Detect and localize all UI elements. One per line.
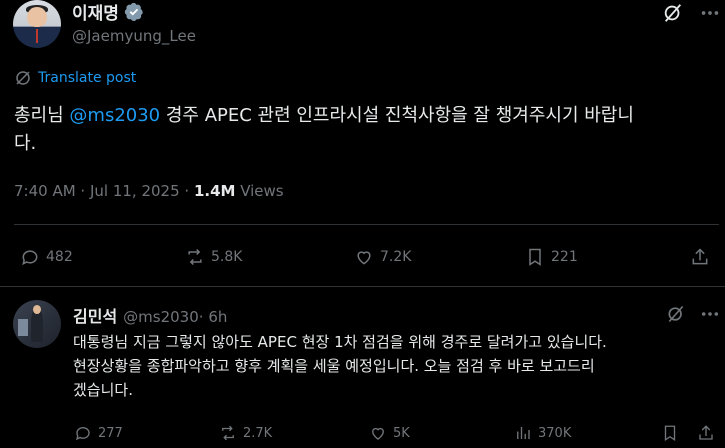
reply-author-handle[interactable]: @ms2030: [123, 308, 199, 326]
reply-like-button[interactable]: 5K: [369, 424, 410, 442]
post-meta: 7:40 AM · Jul 11, 2025 · 1.4M Views: [14, 182, 284, 200]
views-count: 1.4M: [193, 182, 236, 200]
reply-author-avatar[interactable]: [13, 300, 61, 348]
reply-text: 대통령님 지금 그렇지 않아도 APEC 현장 1차 점검을 위해 경주로 달려…: [73, 333, 607, 399]
bookmark-icon: [525, 247, 545, 267]
grok-icon[interactable]: [662, 2, 684, 24]
reply-icon: [20, 247, 40, 267]
share-icon: [690, 247, 710, 267]
translate-label: Translate post: [38, 70, 137, 86]
globe-icon: [14, 69, 32, 87]
share-button[interactable]: [690, 247, 710, 267]
reply-repost-button[interactable]: 2.7K: [219, 424, 272, 442]
like-icon: [369, 424, 387, 442]
bookmark-button[interactable]: 221: [525, 247, 578, 267]
like-button[interactable]: 7.2K: [354, 247, 411, 267]
author-name[interactable]: 이재명: [72, 0, 119, 24]
author-avatar[interactable]: [13, 0, 61, 48]
post-text: 총리님 @ms2030 경주 APEC 관련 인프라시설 진척사항을 잘 챙겨주…: [14, 105, 634, 154]
reply-button[interactable]: 482: [20, 247, 73, 267]
reply-author-name[interactable]: 김민석: [73, 303, 117, 327]
reply-time[interactable]: · 6h: [199, 308, 228, 326]
reply-reply-button[interactable]: 277: [74, 424, 123, 442]
views-icon: [514, 424, 532, 442]
author-handle[interactable]: @Jaemyung_Lee: [72, 27, 196, 45]
divider: [14, 224, 719, 225]
reply-bookmark-button[interactable]: [661, 424, 679, 442]
reply-share-button[interactable]: [697, 424, 715, 442]
mention-link[interactable]: @ms2030: [69, 105, 160, 126]
bookmark-icon: [661, 424, 679, 442]
like-icon: [354, 247, 374, 267]
translate-link[interactable]: Translate post: [14, 69, 136, 87]
share-icon: [697, 424, 715, 442]
reply-icon: [74, 424, 92, 442]
reply-more-options-icon[interactable]: [699, 305, 721, 323]
repost-icon: [219, 424, 237, 442]
divider: [0, 286, 725, 287]
repost-icon: [185, 247, 205, 267]
post-timestamp[interactable]: 7:40 AM · Jul 11, 2025 ·: [14, 182, 194, 200]
reply-views-button[interactable]: 370K: [514, 424, 571, 442]
verified-badge-icon: [124, 2, 144, 22]
more-options-icon[interactable]: [699, 3, 721, 23]
reply-grok-icon[interactable]: [666, 304, 686, 324]
repost-button[interactable]: 5.8K: [185, 247, 242, 267]
